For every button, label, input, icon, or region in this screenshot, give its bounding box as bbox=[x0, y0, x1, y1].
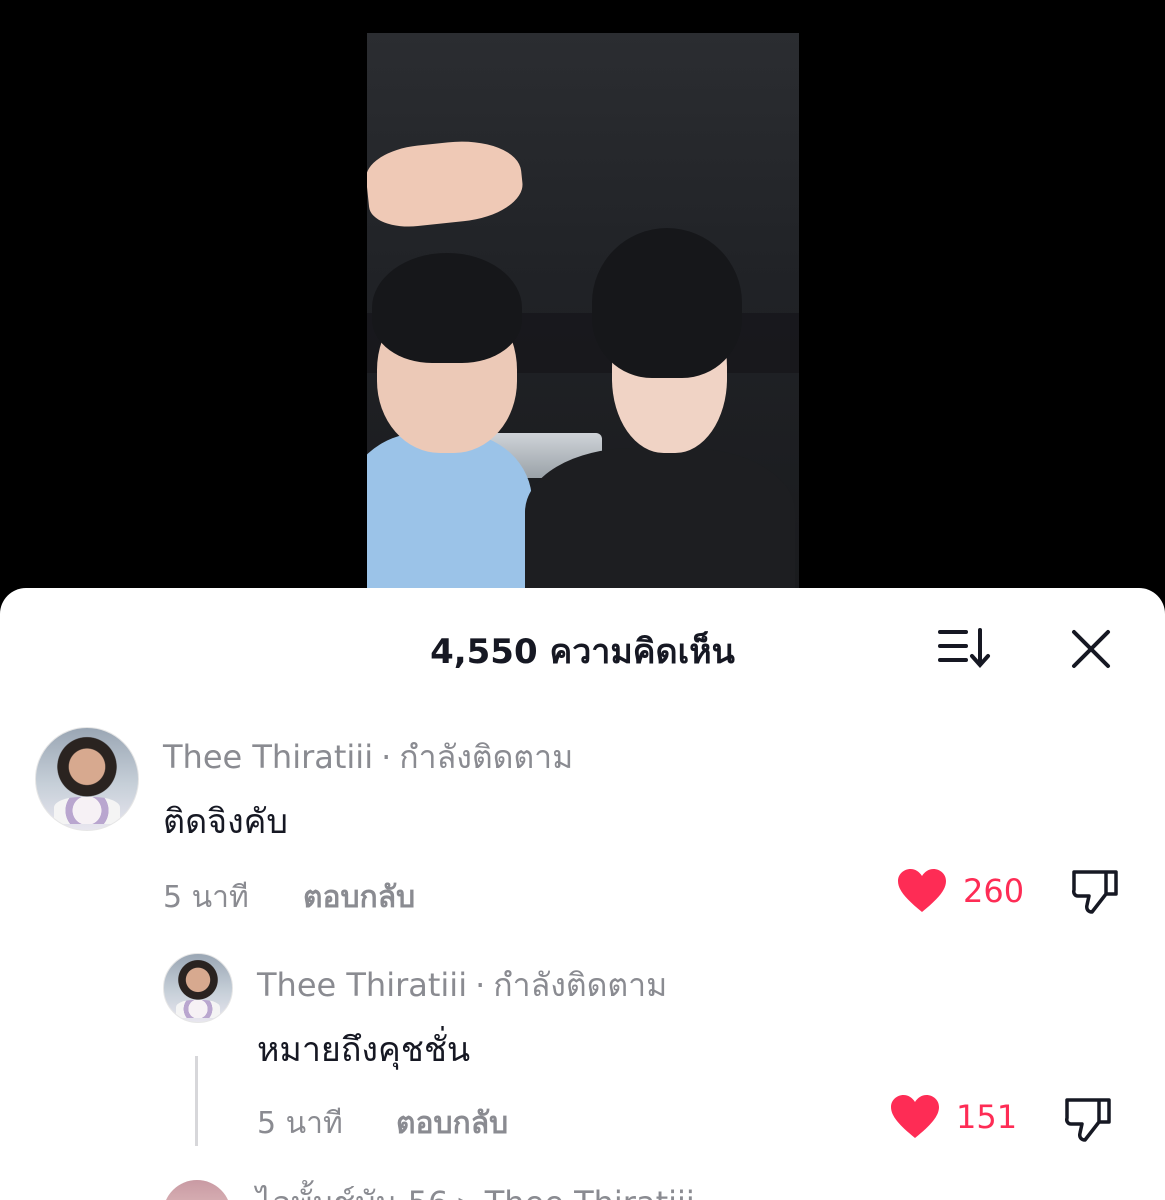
video-player[interactable] bbox=[367, 33, 799, 593]
comment-username-line: Thee Thiratiii · กำลังติดตาม bbox=[257, 960, 667, 1011]
thread-line bbox=[195, 1056, 198, 1146]
follow-status: กำลังติดตาม bbox=[493, 966, 668, 1004]
partial-comment-item: ไอพั้มช์บัน 56 ▸ Thee Thiratiii bbox=[163, 1180, 863, 1200]
like-button[interactable]: 151 bbox=[890, 1094, 1017, 1140]
heart-icon bbox=[891, 1095, 939, 1138]
like-count: 151 bbox=[956, 1098, 1018, 1136]
separator-dot: · bbox=[475, 966, 486, 1004]
avatar[interactable] bbox=[163, 953, 233, 1023]
dislike-button[interactable] bbox=[1063, 1094, 1113, 1148]
comment-time: 5 นาที bbox=[257, 1106, 343, 1141]
comment-text: หมายถึงคุชชั่น bbox=[257, 1030, 471, 1070]
partial-comment-username-line: ไอพั้มช์บัน 56 ▸ Thee Thiratiii bbox=[256, 1178, 695, 1200]
comment-username[interactable]: Thee Thiratiii bbox=[257, 966, 467, 1004]
comments-sheet: 4,550 ความคิดเห็น Thee Thiratiii · กำลัง… bbox=[0, 588, 1165, 1200]
avatar[interactable] bbox=[163, 1180, 231, 1200]
thumbs-down-icon bbox=[1065, 1098, 1111, 1142]
video-person-right bbox=[525, 33, 799, 593]
reply-comment-item: Thee Thiratiii · กำลังติดตาม หมายถึงคุชชั่… bbox=[0, 588, 1165, 1168]
reply-button[interactable]: ตอบกลับ bbox=[396, 1100, 508, 1147]
